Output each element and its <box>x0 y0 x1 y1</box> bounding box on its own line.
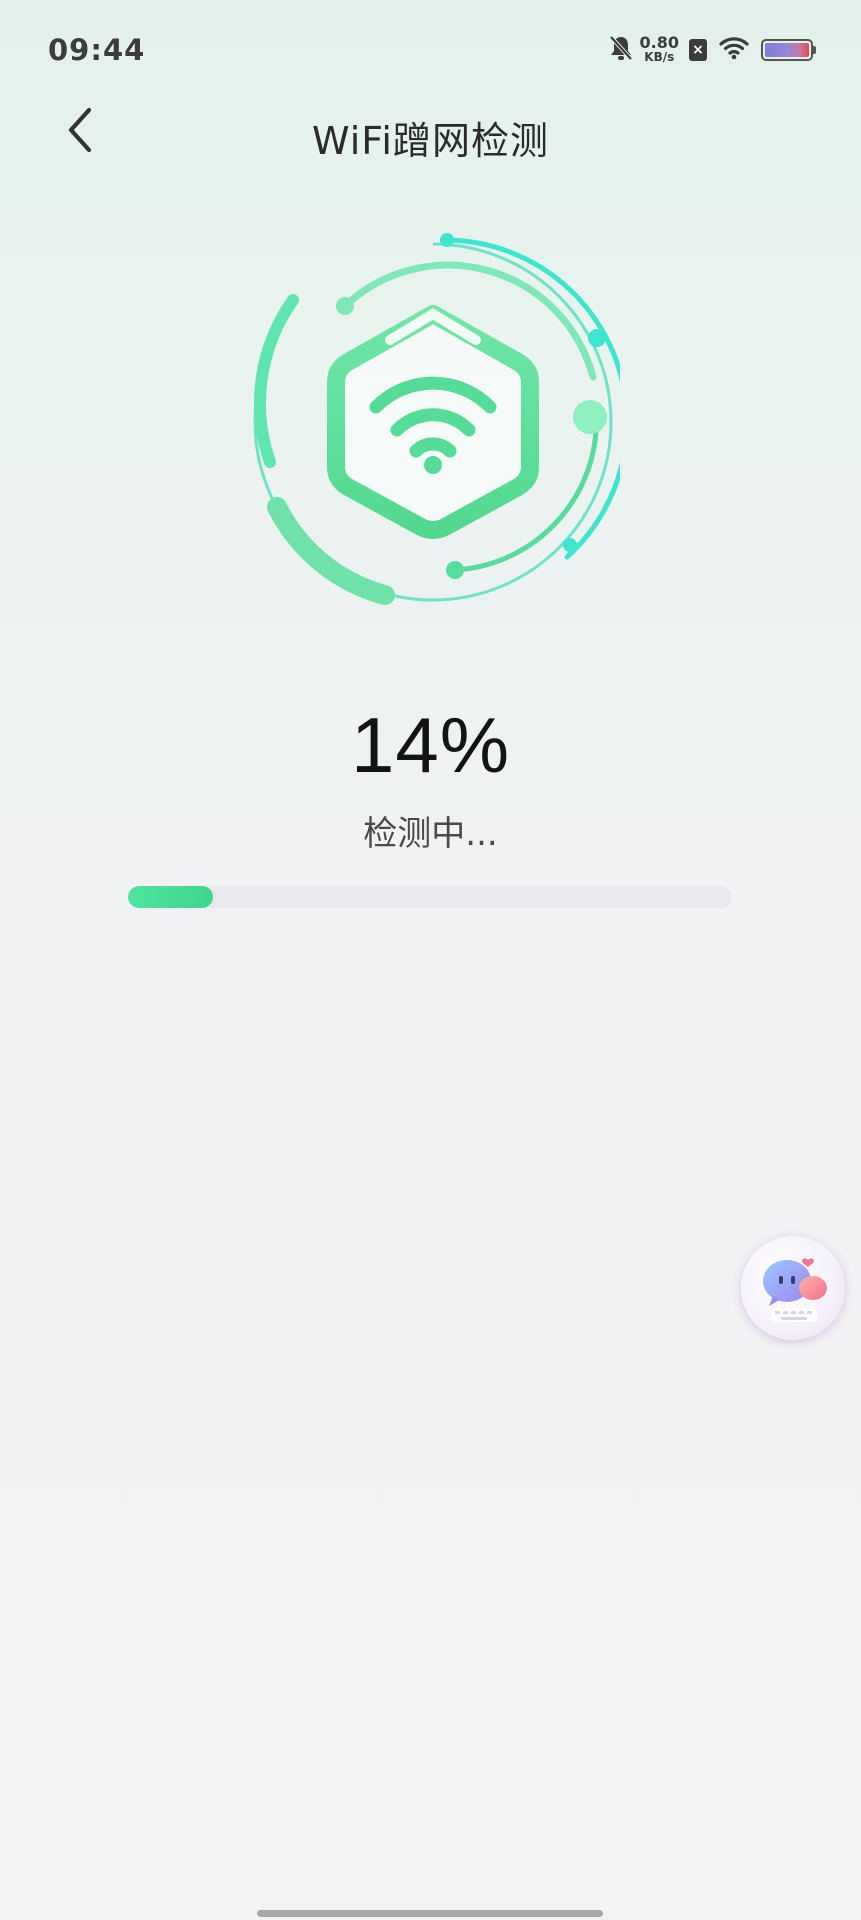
home-indicator[interactable] <box>257 1910 603 1917</box>
status-time: 09:44 <box>48 33 146 67</box>
chat-assistant-icon <box>741 1258 845 1344</box>
net-speed-value: 0.80 <box>639 33 679 52</box>
wifi-signal-icon <box>719 36 749 64</box>
app-header: WiFi蹭网检测 <box>0 100 861 166</box>
network-speed: 0.80 KB/s <box>639 33 679 65</box>
hexagon-shield <box>327 305 539 539</box>
progress-percent: 14% <box>350 701 511 789</box>
scan-status: 检测中... <box>363 814 498 854</box>
scan-illustration <box>240 222 630 622</box>
net-speed-unit: KB/s <box>644 50 675 64</box>
page-title: WiFi蹭网检测 <box>312 119 549 163</box>
sim-off-icon: × <box>689 39 707 61</box>
status-bar: 09:44 0.80 KB/s × <box>0 0 861 100</box>
progress-bar <box>128 886 732 908</box>
mute-bell-icon <box>608 34 634 66</box>
floating-assistant-button[interactable] <box>741 1236 845 1340</box>
progress-fill <box>128 886 213 908</box>
status-icons: 0.80 KB/s × <box>608 30 816 70</box>
battery-icon <box>761 39 816 61</box>
battery-level <box>765 43 809 57</box>
